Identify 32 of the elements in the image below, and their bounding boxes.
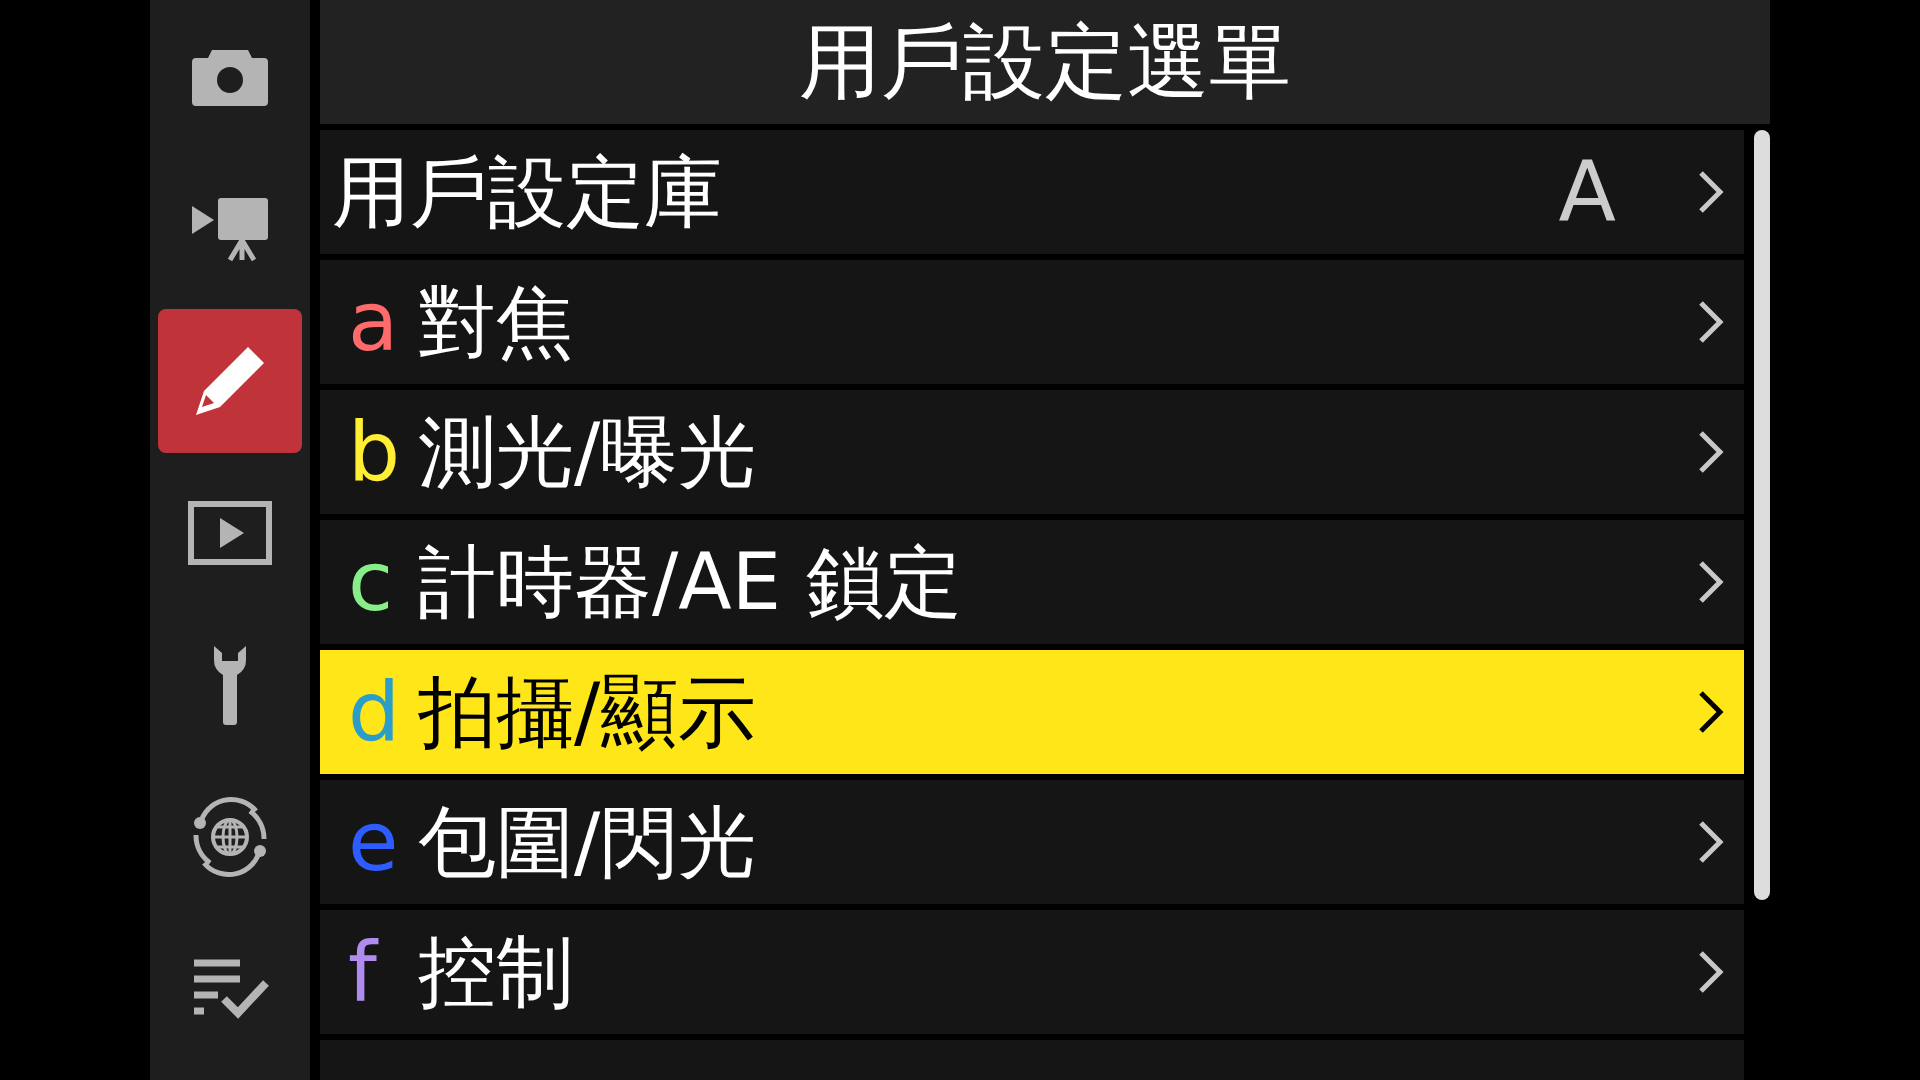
movie-camera-icon [190, 196, 270, 262]
chevron-right-icon [1698, 169, 1724, 215]
menu-value: A [1558, 150, 1616, 234]
menu-row[interactable]: b 測光/曝光 [320, 390, 1744, 514]
menu-title: 用戶設定選單 [799, 21, 1291, 103]
section-letter: a [348, 281, 400, 363]
menu-label: 拍攝/顯示 [418, 673, 758, 751]
chevron-right-icon [1698, 429, 1724, 475]
section-letter: b [348, 411, 402, 493]
chevron-right-icon [1698, 949, 1724, 995]
menu-label: 測光/曝光 [418, 413, 758, 491]
section-letter: c [348, 541, 395, 623]
menu-row[interactable]: e 包圍/閃光 [320, 780, 1744, 904]
chevron-right-icon [1698, 299, 1724, 345]
menu-row[interactable]: d 拍攝/顯示 [320, 650, 1744, 774]
selected-tab[interactable] [158, 309, 302, 453]
section-letter: e [348, 801, 400, 883]
section-letter: d [348, 671, 402, 753]
menu-label: 計時器/AE 鎖定 [418, 543, 963, 621]
playback-icon [188, 501, 272, 565]
menu-label: 對焦 [418, 283, 575, 361]
menu-label: 控制 [418, 933, 575, 1011]
menu-row[interactable]: 用戶設定庫 A [320, 130, 1744, 254]
menu-row[interactable]: a 對焦 [320, 260, 1744, 384]
chevron-right-icon [1698, 689, 1724, 735]
section-letter: f [348, 931, 380, 1013]
menu-label: 用戶設定庫 [332, 153, 723, 231]
menu-row[interactable]: f 控制 [320, 910, 1744, 1034]
menu-row[interactable]: c 計時器/AE 鎖定 [320, 520, 1744, 644]
chevron-right-icon [1698, 819, 1724, 865]
chevron-right-icon [1698, 559, 1724, 605]
menu-label: 包圍/閃光 [418, 803, 758, 881]
